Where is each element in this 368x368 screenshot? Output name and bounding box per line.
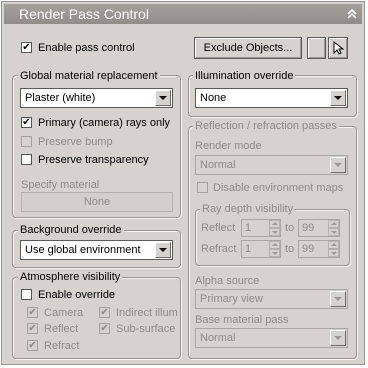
ray-depth-title: Ray depth visibility [200, 203, 296, 215]
material-value: None [83, 196, 111, 208]
preserve-bump-label: Preserve bump [38, 136, 113, 148]
spinner-up-icon[interactable] [328, 241, 339, 249]
refract-from-spinner[interactable]: 1 [241, 240, 281, 258]
atmosphere-visibility-title: Atmosphere visibility [18, 271, 123, 283]
sub-surface-label: Sub-surface [116, 323, 176, 335]
illumination-override-title: Illumination override [193, 70, 296, 82]
spinner-up-icon[interactable] [328, 220, 339, 228]
spinner-down-icon[interactable] [328, 228, 339, 236]
base-material-pass-label: Base material pass [195, 314, 289, 326]
chevron-down-icon[interactable] [330, 330, 346, 346]
chevron-down-icon[interactable] [155, 242, 171, 258]
reflect-label: Reflect [44, 323, 79, 335]
primary-rays-checkbox[interactable]: ✔ [21, 117, 32, 128]
render-mode-dropdown[interactable]: Normal [195, 155, 348, 175]
check-mark-icon: ✔ [22, 117, 31, 128]
alpha-source-label: Alpha source [195, 275, 260, 287]
alpha-source-value: Primary view [200, 293, 263, 305]
check-mark-icon: ✔ [100, 323, 109, 334]
base-material-pass-dropdown[interactable]: Normal [195, 328, 348, 348]
check-mark-icon: ✔ [28, 340, 37, 351]
exclude-objects-swatch[interactable] [307, 37, 326, 59]
spinner-up-icon[interactable] [269, 220, 280, 228]
background-override-title: Background override [18, 224, 124, 236]
global-material-title: Global material replacement [18, 70, 160, 82]
render-mode-value: Normal [200, 159, 236, 171]
base-material-pass-value: Normal [200, 332, 236, 344]
disable-env-maps-label: Disable environment maps [213, 182, 344, 194]
primary-rays-label: Primary (camera) rays only [38, 117, 171, 129]
cursor-arrow-icon [333, 40, 345, 55]
exclude-objects-button[interactable]: Exclude Objects... [194, 37, 302, 59]
check-mark-icon: ✔ [22, 42, 31, 53]
enable-pass-control-label: Enable pass control [38, 42, 135, 54]
preserve-transparency-checkbox[interactable] [21, 154, 32, 165]
chevron-down-icon[interactable] [330, 90, 346, 106]
check-mark-icon: ✔ [28, 307, 37, 318]
spinner-down-icon[interactable] [269, 249, 280, 257]
camera-checkbox[interactable]: ✔ [27, 307, 38, 318]
illumination-override-dropdown[interactable]: None [195, 88, 348, 108]
enable-override-label: Enable override [38, 289, 116, 301]
refract-checkbox[interactable]: ✔ [27, 340, 38, 351]
enable-override-checkbox[interactable] [21, 289, 32, 300]
global-material-value: Plaster (white) [25, 92, 96, 104]
spinner-down-icon[interactable] [328, 249, 339, 257]
background-override-value: Use global environment [25, 244, 141, 256]
preserve-transparency-label: Preserve transparency [38, 154, 149, 166]
check-mark-icon: ✔ [28, 323, 37, 334]
disable-env-maps-checkbox[interactable] [197, 182, 208, 193]
chevron-down-icon[interactable] [155, 90, 171, 106]
spinner-up-icon[interactable] [269, 241, 280, 249]
refract-to-value: 99 [302, 243, 315, 255]
panel-title: Render Pass Control [19, 6, 149, 22]
enable-pass-control-checkbox[interactable]: ✔ [21, 42, 32, 53]
reflect-to-spinner[interactable]: 99 [298, 219, 340, 237]
pick-cursor-button[interactable] [328, 37, 348, 59]
alpha-source-dropdown[interactable]: Primary view [195, 289, 348, 309]
background-override-dropdown[interactable]: Use global environment [20, 240, 173, 260]
reflection-refraction-title: Reflection / refraction passes [193, 120, 339, 132]
spinner-down-icon[interactable] [269, 228, 280, 236]
refract-label: Refract [44, 340, 80, 352]
chevron-down-icon[interactable] [330, 157, 346, 173]
illumination-override-value: None [200, 92, 227, 104]
reflect-to-label: to [285, 222, 295, 234]
specify-material-label: Specify material [21, 179, 100, 191]
indirect-illum-label: Indirect illum [116, 307, 178, 319]
ray-reflect-label: Reflect [201, 222, 236, 234]
render-mode-label: Render mode [195, 140, 262, 152]
reflect-checkbox[interactable]: ✔ [27, 323, 38, 334]
reflect-from-spinner[interactable]: 1 [241, 219, 281, 237]
ray-refract-label: Refract [201, 243, 237, 255]
check-mark-icon: ✔ [100, 307, 109, 318]
refract-to-spinner[interactable]: 99 [298, 240, 340, 258]
collapse-icon[interactable] [346, 8, 358, 20]
reflect-to-value: 99 [302, 222, 315, 234]
indirect-illum-checkbox[interactable]: ✔ [99, 307, 110, 318]
refract-from-value: 1 [245, 243, 252, 255]
refract-to-label: to [285, 243, 295, 255]
exclude-objects-label: Exclude Objects... [203, 42, 293, 54]
sub-surface-checkbox[interactable]: ✔ [99, 323, 110, 334]
render-pass-control-panel: Render Pass Control ✔ Enable pass contro… [1, 1, 365, 365]
preserve-bump-checkbox[interactable] [21, 136, 32, 147]
specify-material-button[interactable]: None [21, 192, 173, 212]
chevron-down-icon[interactable] [330, 291, 346, 307]
camera-label: Camera [44, 307, 84, 319]
global-material-dropdown[interactable]: Plaster (white) [20, 88, 173, 108]
panel-title-bar[interactable]: Render Pass Control [4, 4, 362, 24]
reflect-from-value: 1 [245, 222, 252, 234]
